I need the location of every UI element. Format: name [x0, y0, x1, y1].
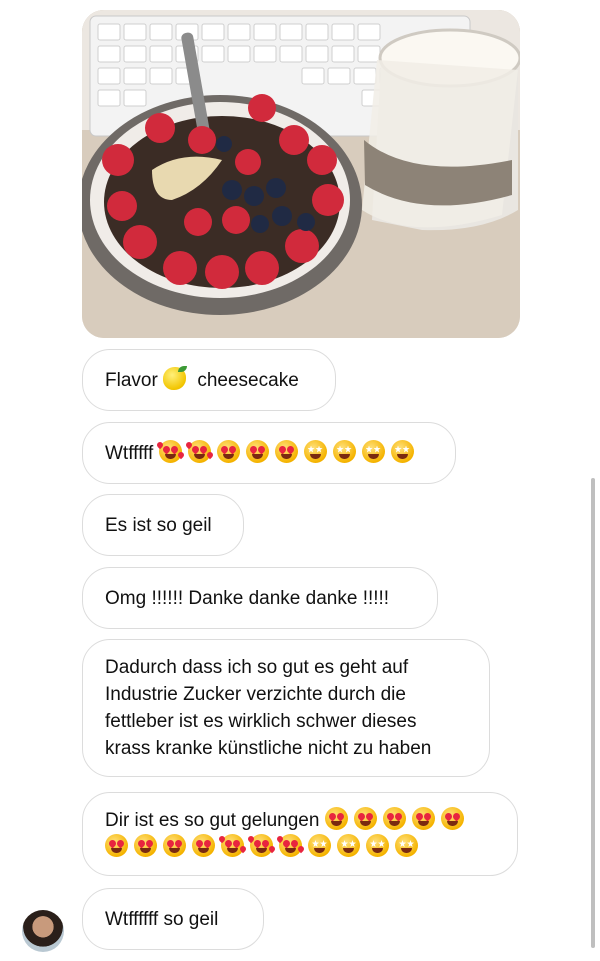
star-icon [361, 439, 385, 463]
heart-eyes-icon [192, 834, 215, 857]
heart-eyes-icon [163, 834, 186, 857]
message-bubble[interactable]: Es ist so geil [82, 494, 244, 556]
hearts-icon [184, 439, 214, 463]
heart-eyes-icon [411, 807, 435, 830]
message-text: Es ist so geil [105, 512, 212, 539]
message-text: Wtfffff [105, 439, 420, 467]
message-line: Dadurch dass ich so gut es geht auf [105, 657, 409, 678]
message-line [105, 834, 495, 861]
star-icon [390, 439, 414, 463]
hearts-icon [155, 439, 185, 463]
contact-avatar[interactable] [22, 910, 64, 952]
photo-illustration [82, 10, 520, 338]
heart-eyes-icon [274, 439, 298, 463]
hearts-icon [246, 834, 277, 857]
heart-eyes-icon [245, 439, 269, 463]
text-fragment: Omg !!!!!! Danke danke danke !!!!! [105, 587, 390, 609]
star-icon [303, 439, 327, 463]
star-icon [337, 834, 360, 857]
message-text: Wtffffff so geil [105, 906, 218, 933]
message-text: Omg !!!!!! Danke danke danke !!!!! [105, 585, 389, 612]
heart-eyes-icon [353, 807, 377, 830]
message-bubble[interactable]: Dadurch dass ich so gut es geht auf Indu… [82, 639, 490, 777]
message-bubble[interactable]: Flavor cheesecake [82, 349, 336, 411]
message-bubble[interactable]: Omg !!!!!! Danke danke danke !!!!! [82, 567, 438, 629]
star-icon [332, 439, 356, 463]
text-fragment: Wtffffff so geil [105, 908, 219, 930]
text-fragment: Flavor [105, 369, 164, 391]
message-line: Industrie Zucker verzichte durch die [105, 684, 406, 705]
heart-eyes-icon [382, 807, 406, 830]
text-fragment: Dir ist es so gut gelungen [105, 810, 325, 831]
text-fragment: Wtfffff [105, 442, 159, 464]
text-fragment: cheesecake [192, 369, 299, 391]
message-text: Flavor cheesecake [105, 365, 299, 394]
message-line: Dir ist es so gut gelungen [105, 807, 495, 834]
star-icon [366, 834, 389, 857]
heart-eyes-icon [105, 834, 128, 857]
star-icon [395, 834, 418, 857]
shared-food-photo[interactable] [82, 10, 520, 338]
message-line: fettleber ist es wirklich schwer dieses [105, 711, 417, 732]
heart-eyes-icon [216, 439, 240, 463]
message-bubble[interactable]: Wtffffff so geil [82, 888, 264, 950]
text-fragment: Es ist so geil [105, 514, 212, 536]
heart-eyes-icon [134, 834, 157, 857]
heart-eyes-icon [324, 807, 348, 830]
message-line: krass kranke künstliche nicht zu haben [105, 738, 432, 759]
heart-eyes-icon [440, 807, 464, 830]
hearts-icon [217, 834, 248, 857]
lemon-icon [163, 365, 188, 390]
message-bubble[interactable]: Dir ist es so gut gelungen [82, 792, 518, 876]
message-bubble[interactable]: Wtfffff [82, 422, 456, 484]
scrollbar[interactable] [591, 478, 595, 948]
hearts-icon [275, 834, 306, 857]
star-icon [308, 834, 331, 857]
